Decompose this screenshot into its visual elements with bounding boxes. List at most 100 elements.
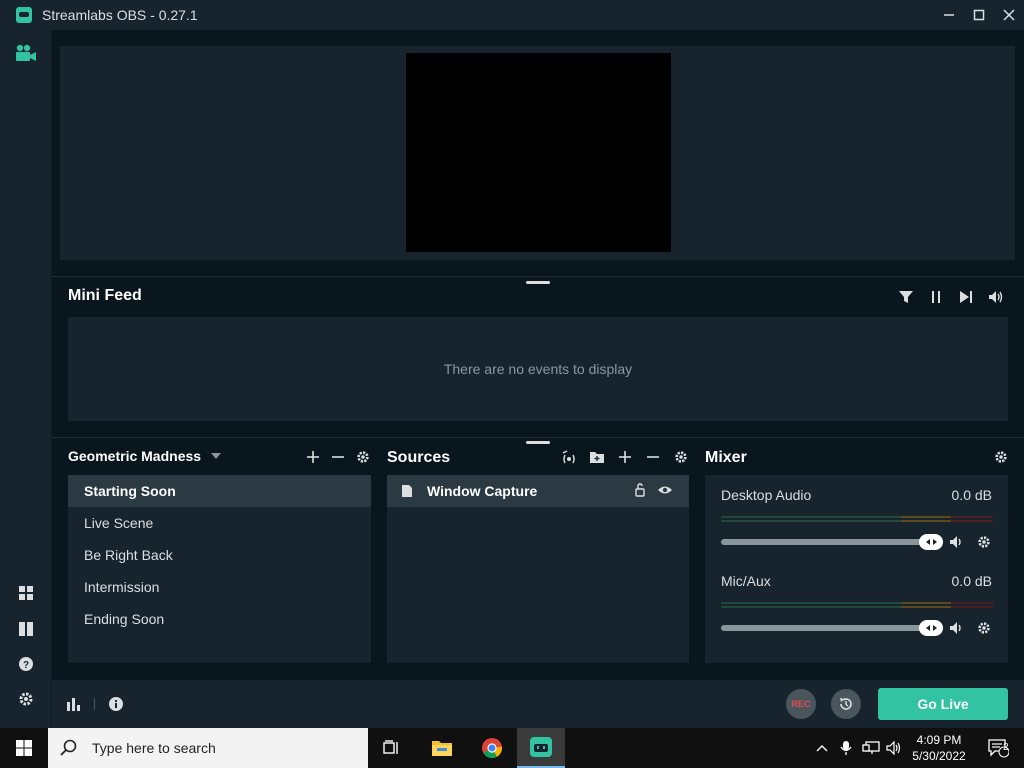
source-item-label: Window Capture [427, 483, 538, 499]
source-settings-button[interactable] [673, 449, 689, 465]
windows-logo-icon [16, 740, 32, 756]
stream-preview-canvas[interactable] [406, 53, 671, 252]
taskbar-search-placeholder: Type here to search [92, 740, 216, 756]
chrome-taskbar-button[interactable] [472, 728, 512, 768]
scene-settings-button[interactable] [355, 449, 371, 465]
remove-source-button[interactable] [645, 449, 661, 465]
remove-scene-button[interactable] [330, 449, 346, 465]
info-icon [109, 697, 123, 711]
volume-meter [721, 516, 993, 522]
file-icon [402, 485, 412, 497]
selective-recording-button[interactable] [561, 449, 577, 465]
chevron-up-icon [816, 745, 828, 752]
volume-slider[interactable] [721, 539, 943, 545]
scene-item[interactable]: Intermission [68, 571, 371, 603]
start-button[interactable] [0, 728, 48, 768]
mute-feed-button[interactable] [988, 288, 1004, 306]
nav-settings-button[interactable] [0, 685, 52, 713]
nav-editor-button[interactable] [0, 39, 52, 67]
pause-icon [932, 291, 940, 303]
chrome-icon [482, 738, 503, 759]
streamlabs-app-window: Streamlabs OBS - 0.27.1 ? Mini Feed Ther… [0, 0, 1024, 728]
volume-icon [950, 622, 961, 634]
help-icon: ? [19, 657, 33, 671]
mixer-channel: Mic/Aux 0.0 dB [705, 561, 1008, 647]
record-button[interactable]: REC [786, 689, 816, 719]
skip-button[interactable] [958, 288, 974, 306]
mixer-controls [993, 449, 1009, 465]
streamlabs-logo-icon [16, 7, 32, 23]
scene-item[interactable]: Starting Soon [68, 475, 371, 507]
filter-button[interactable] [898, 288, 914, 306]
gear-icon [995, 451, 1007, 463]
studio-mode-icon [19, 622, 33, 636]
performance-stats-button[interactable] [66, 696, 82, 717]
source-controls [561, 449, 689, 465]
network-tray-button[interactable] [860, 728, 882, 768]
left-nav: ? [0, 30, 52, 728]
mute-button[interactable] [949, 620, 965, 636]
source-item[interactable]: Window Capture [387, 475, 689, 507]
close-icon [1003, 9, 1015, 21]
volume-slider-handle[interactable] [919, 620, 943, 636]
channel-settings-button[interactable] [977, 621, 991, 635]
notification-count-badge: 2 [1003, 742, 1009, 753]
info-button[interactable] [108, 696, 124, 717]
action-center-button[interactable]: 2 [978, 728, 1018, 768]
window-title: Streamlabs OBS - 0.27.1 [42, 7, 198, 23]
gear-icon [978, 622, 990, 634]
nav-layout-button[interactable] [0, 579, 52, 607]
divider [94, 698, 95, 710]
filter-icon [899, 291, 913, 303]
unlock-icon[interactable] [633, 483, 647, 497]
mute-button[interactable] [949, 534, 965, 550]
replay-buffer-button[interactable] [831, 689, 861, 719]
taskbar-search-box[interactable]: Type here to search [48, 728, 368, 768]
scene-item[interactable]: Live Scene [68, 507, 371, 539]
close-button[interactable] [994, 0, 1024, 30]
resize-handle[interactable] [526, 281, 550, 284]
channel-settings-button[interactable] [977, 535, 991, 549]
add-scene-button[interactable] [305, 449, 321, 465]
mixer-panel: Desktop Audio 0.0 dB Mic/Aux 0.0 dB [705, 475, 1008, 663]
resize-handle[interactable] [526, 441, 550, 444]
mixer-channel: Desktop Audio 0.0 dB [705, 475, 1008, 561]
scene-item[interactable]: Be Right Back [68, 539, 371, 571]
show-hidden-icons-button[interactable] [812, 728, 832, 768]
nav-studio-mode-button[interactable] [0, 615, 52, 643]
mini-feed-empty-message: There are no events to display [443, 361, 633, 377]
add-folder-button[interactable] [589, 449, 605, 465]
bar-chart-icon [67, 698, 80, 711]
task-view-button[interactable] [372, 728, 412, 768]
volume-slider-handle[interactable] [919, 534, 943, 550]
studio-camera-icon [16, 44, 36, 61]
volume-meter [721, 602, 993, 608]
caret-down-icon [211, 453, 222, 459]
microphone-tray-button[interactable] [836, 728, 856, 768]
minus-icon [647, 456, 659, 458]
file-explorer-taskbar-button[interactable] [422, 728, 462, 768]
add-source-button[interactable] [617, 449, 633, 465]
maximize-button[interactable] [964, 0, 994, 30]
go-live-button[interactable]: Go Live [878, 688, 1008, 720]
streamlabs-taskbar-button[interactable] [517, 728, 565, 768]
taskbar-clock[interactable]: 4:09 PM 5/30/2022 [908, 732, 970, 764]
minus-icon [332, 456, 344, 458]
sources-title: Sources [387, 449, 451, 466]
minimize-button[interactable] [934, 0, 964, 30]
plus-icon [307, 451, 319, 463]
eye-icon[interactable] [657, 483, 673, 497]
mini-feed-title: Mini Feed [68, 287, 142, 304]
scene-item[interactable]: Ending Soon [68, 603, 371, 635]
divider [52, 276, 1024, 277]
volume-tray-button[interactable] [884, 728, 906, 768]
scene-collection-selector[interactable]: Geometric Madness [68, 448, 222, 464]
nav-help-button[interactable]: ? [0, 650, 52, 678]
pause-button[interactable] [928, 288, 944, 306]
volume-slider[interactable] [721, 625, 943, 631]
gear-icon [357, 451, 369, 463]
mixer-title: Mixer [705, 449, 747, 466]
mixer-settings-button[interactable] [993, 449, 1009, 465]
scenes-list: Starting Soon Live Scene Be Right Back I… [68, 475, 371, 663]
scene-collection-name: Geometric Madness [68, 448, 202, 464]
